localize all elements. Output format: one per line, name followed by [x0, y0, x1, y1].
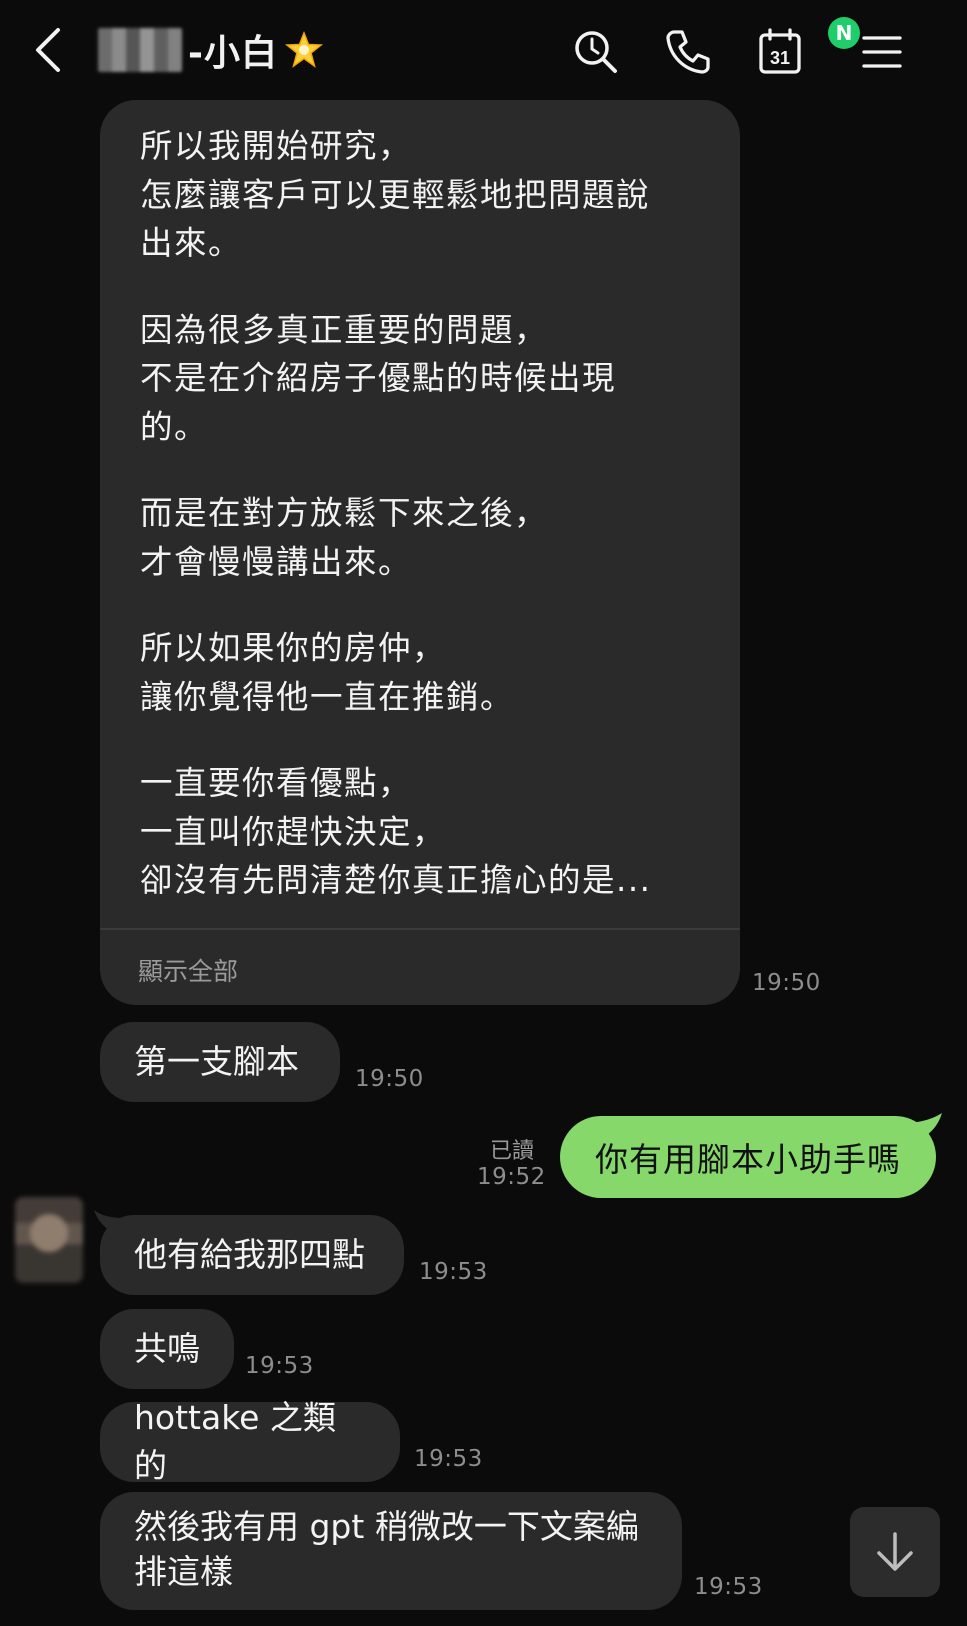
back-button[interactable]: [28, 22, 72, 78]
star-icon: [284, 30, 323, 68]
call-button[interactable]: [662, 26, 714, 78]
arrow-down-icon: [877, 1532, 913, 1571]
menu-icon: [862, 36, 902, 68]
search-button[interactable]: [570, 26, 622, 78]
message-time: 19:52: [477, 1164, 546, 1190]
message-time: 19:50: [355, 1066, 424, 1092]
text-line: 而是在對方放鬆下來之後，: [140, 494, 549, 532]
menu-button[interactable]: [856, 26, 908, 78]
text-line: 不是在介紹房子優點的時候出現: [140, 359, 617, 397]
message-text: 你有用腳本小助手嗎: [595, 1140, 901, 1179]
message-time: 19:53: [414, 1446, 483, 1472]
text-line: 才會慢慢講出來。: [140, 542, 413, 581]
contact-name: -小白: [188, 33, 278, 74]
message-time: 19:53: [245, 1353, 314, 1379]
message-text-line: 排這樣: [134, 1552, 233, 1591]
divider: [100, 928, 740, 930]
text-line: 因為很多真正重要的問題，: [140, 310, 549, 349]
calendar-button[interactable]: 31: [756, 26, 808, 78]
message-bubble[interactable]: 他有給我那四點: [100, 1215, 404, 1295]
message-bubble[interactable]: 共鳴: [100, 1309, 234, 1389]
scroll-to-bottom-button[interactable]: [850, 1507, 940, 1597]
outgoing-message-bubble[interactable]: 你有用腳本小助手嗎: [560, 1116, 936, 1198]
text-line: 一直要你看優點，: [140, 764, 413, 802]
chat-header: -小白 31 N: [0, 0, 967, 100]
long-message-bubble[interactable]: 所以我開始研究， 怎麼讓客戶可以更輕鬆地把問題說 出來。 因為很多真正重要的問題…: [100, 100, 740, 1005]
message-text: 第一支腳本: [134, 1042, 299, 1081]
long-message-text: 所以我開始研究， 怎麼讓客戶可以更輕鬆地把問題說 出來。 因為很多真正重要的問題…: [140, 122, 710, 943]
message-time: 19:53: [419, 1259, 488, 1285]
text-line: 怎麼讓客戶可以更輕鬆地把問題說: [140, 175, 651, 214]
message-text-line: 然後我有用 gpt 稍微改一下文案編: [134, 1507, 639, 1546]
message-bubble[interactable]: 然後我有用 gpt 稍微改一下文案編 排這樣: [100, 1492, 682, 1610]
phone-icon: [666, 30, 710, 74]
paragraph: 所以我開始研究， 怎麼讓客戶可以更輕鬆地把問題說 出來。: [140, 122, 710, 268]
paragraph: 一直要你看優點， 一直叫你趕快決定， 卻沒有先問清楚你真正擔心的是...: [140, 759, 710, 905]
message-bubble[interactable]: hottake 之類的: [100, 1398, 400, 1485]
calendar-day: 31: [770, 48, 790, 68]
message-text: hottake 之類的: [134, 1398, 336, 1485]
show-all-link[interactable]: 顯示全部: [138, 948, 238, 996]
text-line: 出來。: [140, 224, 243, 262]
text-line: 讓你覺得他一直在推銷。: [140, 677, 515, 716]
message-text: 共鳴: [134, 1329, 200, 1368]
chevron-left-icon: [36, 28, 60, 72]
paragraph: 因為很多真正重要的問題， 不是在介紹房子優點的時候出現 的。: [140, 306, 710, 452]
paragraph: 所以如果你的房仲， 讓你覺得他一直在推銷。: [140, 624, 710, 721]
calendar-icon: 31: [759, 28, 801, 74]
message-time: 19:53: [694, 1574, 763, 1600]
chat-title[interactable]: -小白: [98, 22, 324, 78]
text-line: 的。: [140, 407, 209, 446]
search-icon: [575, 31, 617, 73]
text-line: 卻沒有先問清楚你真正擔心的是...: [140, 861, 652, 899]
text-line: 一直叫你趕快決定，: [140, 812, 447, 851]
message-bubble[interactable]: 第一支腳本: [100, 1022, 340, 1102]
blurred-name-part: [98, 28, 182, 72]
read-receipt: 已讀: [490, 1139, 535, 1164]
contact-avatar[interactable]: [15, 1197, 83, 1283]
text-line: 所以我開始研究，: [140, 127, 413, 165]
paragraph: 而是在對方放鬆下來之後， 才會慢慢講出來。: [140, 489, 710, 586]
message-text: 他有給我那四點: [134, 1235, 365, 1274]
text-line: 所以如果你的房仲，: [140, 629, 447, 667]
message-time: 19:50: [752, 970, 821, 996]
